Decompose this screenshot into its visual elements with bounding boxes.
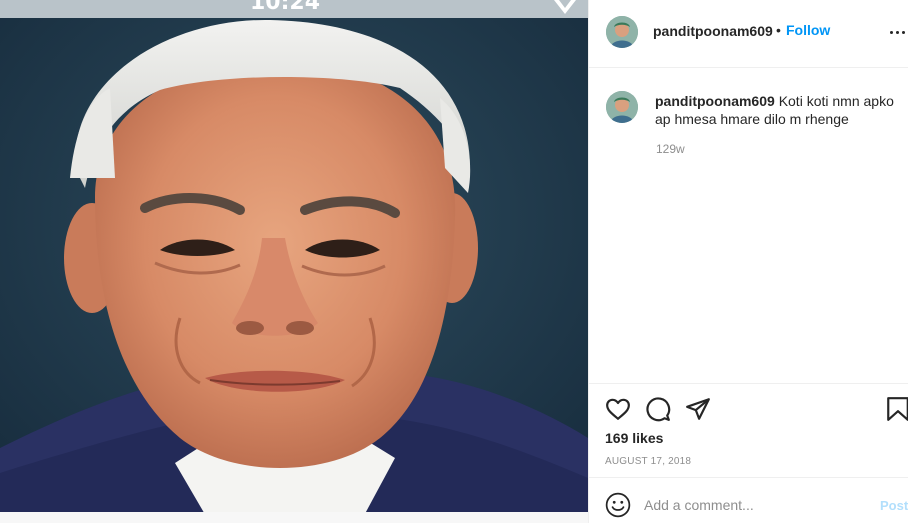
photo-status-bar: 10:24 — [0, 0, 588, 18]
heart-icon[interactable] — [605, 396, 631, 422]
actions-bar: 169 likes AUGUST 17, 2018 — [589, 383, 908, 477]
post-header: panditpoonam609 • Follow — [589, 0, 908, 68]
caption: panditpoonam609 Koti koti nmn apko ap hm… — [655, 92, 901, 128]
likes-count[interactable]: 169 likes — [605, 430, 663, 446]
caption-avatar[interactable] — [606, 91, 638, 123]
portrait-image — [0, 18, 588, 523]
signal-icon — [554, 0, 576, 14]
post-date[interactable]: AUGUST 17, 2018 — [605, 456, 691, 467]
comment-bar: Post — [589, 477, 908, 523]
bookmark-icon[interactable] — [885, 396, 908, 422]
comment-input[interactable] — [644, 494, 864, 516]
header-separator: • — [776, 22, 781, 38]
avatar-image — [606, 91, 638, 123]
post-button[interactable]: Post — [880, 498, 908, 513]
follow-button[interactable]: Follow — [786, 22, 830, 38]
emoji-icon[interactable] — [605, 492, 631, 518]
avatar-image — [606, 16, 638, 48]
photo-bottom-edge — [0, 512, 588, 523]
caption-timestamp[interactable]: 129w — [656, 142, 685, 156]
more-options-icon[interactable] — [889, 22, 908, 42]
header-username[interactable]: panditpoonam609 — [653, 23, 773, 39]
share-icon[interactable] — [685, 396, 711, 422]
caption-username[interactable]: panditpoonam609 — [655, 93, 775, 109]
avatar[interactable] — [606, 16, 638, 48]
post-side-panel: panditpoonam609 • Follow panditpoonam609… — [588, 0, 908, 523]
comment-icon[interactable] — [645, 396, 671, 422]
status-time: 10:24 — [250, 0, 321, 15]
post-photo[interactable]: 10:24 — [0, 0, 588, 523]
